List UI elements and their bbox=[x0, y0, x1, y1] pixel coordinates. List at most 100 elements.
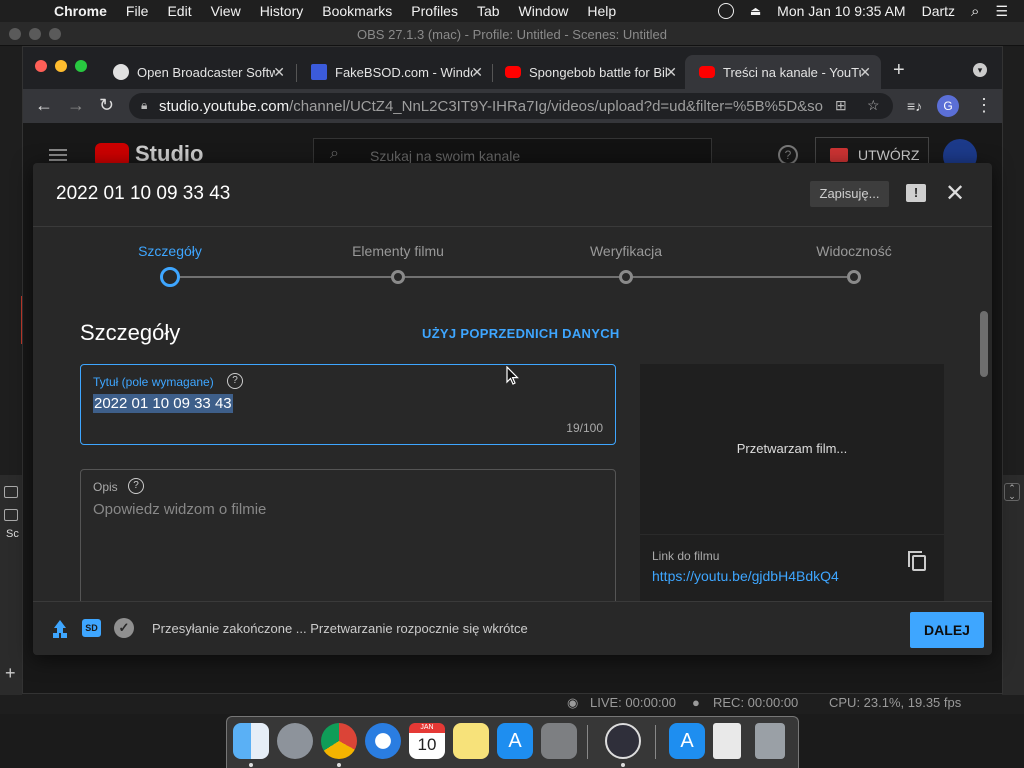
reload-button[interactable]: ↻ bbox=[99, 95, 114, 116]
window-minimize-button[interactable] bbox=[55, 60, 67, 72]
menu-window[interactable]: Window bbox=[519, 3, 569, 19]
tab-youtube-studio[interactable]: Treści na kanale - YouTube ✕ bbox=[685, 55, 881, 89]
reuse-details-button[interactable]: UŻYJ POPRZEDNICH DANYCH bbox=[422, 326, 620, 341]
add-scene-icon[interactable]: + bbox=[5, 663, 16, 684]
upload-icon[interactable] bbox=[53, 620, 67, 636]
control-center-icon[interactable]: ☰ bbox=[995, 3, 1008, 20]
rec-status: REC: 00:00:00 bbox=[713, 695, 799, 710]
title-input-value[interactable]: 2022 01 10 09 33 43 bbox=[93, 394, 233, 413]
documents-stack-icon[interactable] bbox=[713, 723, 741, 759]
window-close-button[interactable] bbox=[35, 60, 47, 72]
menu-view[interactable]: View bbox=[211, 3, 241, 19]
menubar-clock[interactable]: Mon Jan 10 9:35 AM bbox=[777, 3, 905, 19]
step-visibility-label[interactable]: Widoczność bbox=[816, 243, 891, 259]
obs-titlebar: OBS 27.1.3 (mac) - Profile: Untitled - S… bbox=[0, 22, 1024, 46]
menu-help[interactable]: Help bbox=[587, 3, 616, 19]
obs-status-icon[interactable] bbox=[717, 3, 734, 19]
menu-app-chrome[interactable]: Chrome bbox=[54, 3, 107, 19]
tab-spongebob[interactable]: Spongebob battle for Bikini ✕ bbox=[491, 55, 687, 89]
app-store-icon[interactable]: A bbox=[497, 723, 533, 759]
hamburger-menu-icon[interactable] bbox=[49, 149, 67, 161]
rec-icon: ● bbox=[692, 695, 700, 710]
step-details-label[interactable]: Szczegóły bbox=[138, 243, 202, 259]
trash-icon[interactable] bbox=[755, 723, 785, 759]
back-button[interactable]: ← bbox=[35, 95, 53, 116]
help-circle-icon[interactable]: ? bbox=[128, 478, 144, 494]
address-bar[interactable]: 🔒︎ studio.youtube.com/channel/UCtZ4_NnL2… bbox=[129, 93, 893, 119]
sd-badge[interactable]: SD bbox=[82, 619, 101, 637]
profile-avatar[interactable]: G bbox=[937, 95, 959, 117]
help-circle-icon[interactable]: ? bbox=[227, 373, 243, 389]
feedback-icon[interactable]: ! bbox=[906, 184, 926, 202]
chrome-menu-icon[interactable]: ⋮ bbox=[975, 95, 993, 116]
close-tab-icon[interactable]: ✕ bbox=[471, 64, 483, 81]
saving-status-button[interactable]: Zapisuję... bbox=[810, 181, 889, 207]
step-elements-dot[interactable] bbox=[391, 270, 405, 284]
live-icon: ◉ bbox=[567, 695, 579, 710]
close-tab-icon[interactable]: ✕ bbox=[273, 64, 285, 81]
url-text: studio.youtube.com/channel/UCtZ4_NnL2C3I… bbox=[159, 98, 824, 115]
media-controls-icon[interactable]: ≡♪ bbox=[907, 98, 922, 114]
bookmark-star-icon[interactable]: ☆ bbox=[867, 97, 880, 114]
tab-search-button[interactable]: ▾ bbox=[973, 63, 987, 77]
step-visibility-dot[interactable] bbox=[847, 270, 861, 284]
menu-profiles[interactable]: Profiles bbox=[411, 3, 458, 19]
notes-icon[interactable] bbox=[453, 723, 489, 759]
chrome-icon[interactable] bbox=[321, 723, 357, 759]
video-link-url[interactable]: https://youtu.be/gjdbH4BdkQ4 bbox=[652, 568, 839, 584]
menu-edit[interactable]: Edit bbox=[167, 3, 191, 19]
upload-dialog: 2022 01 10 09 33 43 Zapisuję... ! ✕ Szcz… bbox=[33, 163, 992, 655]
menu-bookmarks[interactable]: Bookmarks bbox=[322, 3, 392, 19]
help-icon[interactable]: ? bbox=[778, 145, 798, 165]
tab-label: Spongebob battle for Bikini bbox=[529, 64, 667, 80]
step-checks-label[interactable]: Weryfikacja bbox=[590, 243, 662, 259]
checkmark-icon[interactable]: ✓ bbox=[114, 618, 134, 638]
finder-icon[interactable] bbox=[233, 723, 269, 759]
title-field-label: Tytuł (pole wymagane) bbox=[93, 375, 214, 389]
menu-history[interactable]: History bbox=[260, 3, 304, 19]
launchpad-icon[interactable] bbox=[277, 723, 313, 759]
copy-icon[interactable] bbox=[908, 551, 926, 571]
search-icon[interactable]: ⌕ bbox=[971, 3, 979, 20]
scenes-icon[interactable] bbox=[4, 509, 18, 521]
url-path: /channel/UCtZ4_NnL2C3IT9Y-IHRa7Ig/videos… bbox=[289, 98, 824, 115]
window-zoom-button[interactable] bbox=[75, 60, 87, 72]
section-title: Szczegóły bbox=[80, 320, 181, 345]
calendar-icon[interactable]: JAN 10 bbox=[409, 723, 445, 759]
step-elements-label[interactable]: Elementy filmu bbox=[352, 243, 444, 259]
downloads-stack-icon[interactable]: A bbox=[669, 723, 705, 759]
lock-icon[interactable]: 🔒︎ bbox=[141, 98, 147, 113]
next-button[interactable]: DALEJ bbox=[910, 612, 984, 648]
safari-icon[interactable] bbox=[365, 723, 401, 759]
pointer-arrow-icon bbox=[506, 366, 519, 385]
close-tab-icon[interactable]: ✕ bbox=[665, 64, 677, 81]
processing-message: Przetwarzam film... bbox=[736, 441, 848, 456]
eject-icon[interactable]: ⏏ bbox=[750, 4, 761, 18]
tab-obs[interactable]: Open Broadcaster Software ✕ bbox=[99, 55, 295, 89]
running-indicator bbox=[621, 763, 625, 767]
description-placeholder[interactable]: Opowiedz widzom o filmie bbox=[93, 501, 266, 518]
stepper-arrows-icon[interactable]: ⌃ ⌄ bbox=[1004, 483, 1020, 501]
obs-icon[interactable] bbox=[605, 723, 641, 759]
title-field[interactable]: Tytuł (pole wymagane) ? 2022 01 10 09 33… bbox=[80, 364, 616, 445]
tab-strip: Open Broadcaster Software ✕ FakeBSOD.com… bbox=[23, 47, 1002, 89]
dialog-scrollbar[interactable] bbox=[980, 311, 988, 377]
stepper-track bbox=[179, 276, 847, 278]
monitor-favicon-icon bbox=[311, 64, 327, 80]
upload-stepper: Szczegóły Elementy filmu Weryfikacja Wid… bbox=[33, 227, 992, 297]
dock-divider bbox=[587, 725, 588, 759]
step-details-dot[interactable] bbox=[160, 267, 180, 287]
tab-label: FakeBSOD.com - Windows bbox=[335, 64, 473, 80]
tab-fakebsod[interactable]: FakeBSOD.com - Windows ✕ bbox=[297, 55, 493, 89]
translate-icon[interactable]: ⊞ bbox=[835, 97, 847, 114]
menu-file[interactable]: File bbox=[126, 3, 149, 19]
close-tab-icon[interactable]: ✕ bbox=[859, 64, 871, 81]
forward-button[interactable]: → bbox=[67, 95, 85, 116]
menubar-user[interactable]: Dartz bbox=[922, 3, 955, 19]
new-tab-button[interactable]: + bbox=[893, 59, 905, 82]
menu-tab[interactable]: Tab bbox=[477, 3, 500, 19]
close-icon[interactable]: ✕ bbox=[945, 179, 965, 208]
monitor-icon[interactable] bbox=[4, 486, 18, 498]
step-checks-dot[interactable] bbox=[619, 270, 633, 284]
system-preferences-icon[interactable] bbox=[541, 723, 577, 759]
